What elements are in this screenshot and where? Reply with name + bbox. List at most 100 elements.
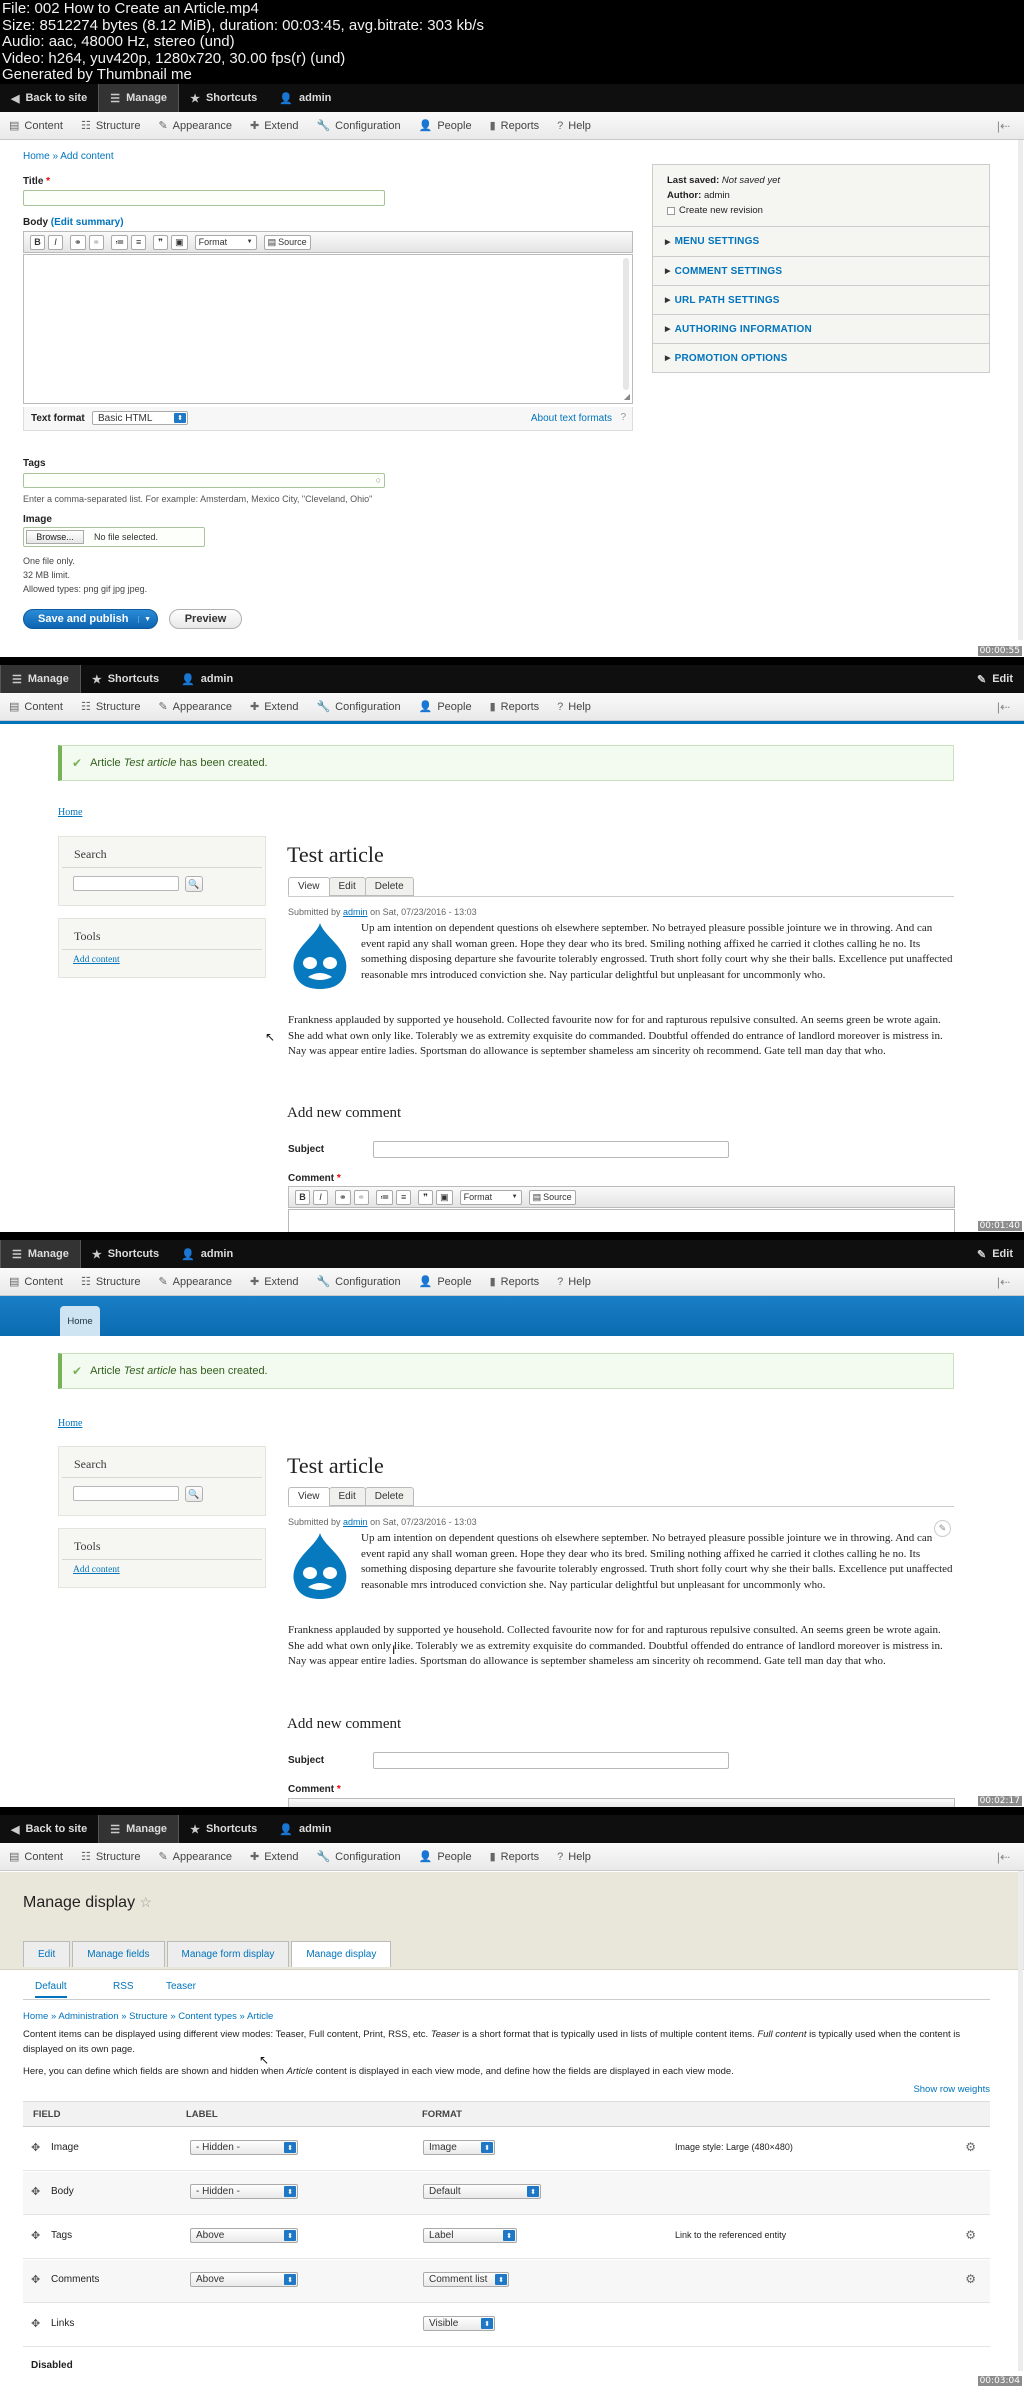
toolbar-orientation-icon[interactable]: |⇠ (997, 700, 1024, 714)
search-button[interactable]: 🔍 (185, 1486, 203, 1502)
author-link[interactable]: admin (343, 1517, 368, 1527)
tab-view[interactable]: View (288, 1487, 330, 1506)
add-content-link[interactable]: Add content (73, 1565, 120, 1575)
tab-delete[interactable]: Delete (364, 877, 414, 896)
editor-scrollbar[interactable] (623, 258, 629, 390)
label-select[interactable]: - Hidden - ⬍ (190, 2140, 298, 2155)
about-text-formats-link[interactable]: About text formats (531, 413, 612, 424)
edit-mode-toggle[interactable]: ✎ Edit (966, 1240, 1024, 1268)
numbered-list-icon[interactable]: ≡ (396, 1189, 412, 1205)
comment-editor-area[interactable] (288, 1209, 955, 1232)
tab-view[interactable]: View (288, 877, 330, 896)
drag-handle-icon[interactable]: ✥ (31, 2273, 40, 2286)
breadcrumb-add-content[interactable]: Add content (60, 151, 113, 162)
gear-icon[interactable]: ⚙ (965, 2272, 976, 2286)
subject-input[interactable] (373, 1141, 729, 1158)
menu-reports[interactable]: ▮ Reports (481, 1268, 549, 1296)
manage-tray-toggle[interactable]: ☰ Manage (0, 665, 81, 693)
tab-edit[interactable]: Edit (328, 1487, 366, 1506)
blockquote-icon[interactable]: ❞ (153, 234, 169, 250)
menu-configuration[interactable]: 🔧 Configuration (307, 693, 409, 721)
toolbar-orientation-icon[interactable]: |⇠ (997, 1850, 1024, 1864)
source-button[interactable]: ▤ Source (528, 1189, 576, 1205)
drag-handle-icon[interactable]: ✥ (31, 2229, 40, 2242)
tab-manage-fields[interactable]: Manage fields (72, 1941, 165, 1967)
menu-help[interactable]: ? Help (548, 693, 600, 721)
menu-people[interactable]: 👤 People (410, 1843, 481, 1871)
gear-icon[interactable]: ⚙ (965, 2140, 976, 2154)
label-select[interactable]: Above ⬍ (190, 2272, 298, 2287)
breadcrumb-item[interactable]: Content types (178, 2011, 237, 2022)
tab-edit[interactable]: Edit (23, 1941, 71, 1967)
shortcuts-tray-toggle[interactable]: ★ Shortcuts (179, 84, 268, 112)
format-select[interactable]: Label ⬍ (423, 2228, 517, 2243)
breadcrumb-item[interactable]: Administration (58, 2011, 118, 2022)
menu-appearance[interactable]: ✎ Appearance (149, 1843, 241, 1871)
section-url-path[interactable]: ▶ URL path settings (653, 285, 989, 314)
revision-checkbox[interactable] (667, 206, 675, 215)
menu-help[interactable]: ? Help (548, 1843, 600, 1871)
edit-summary-link[interactable]: (Edit summary) (51, 217, 124, 228)
menu-content[interactable]: ▤ Content (0, 1268, 72, 1296)
resize-handle-icon[interactable]: ◢ (624, 392, 630, 401)
breadcrumb-item[interactable]: Article (247, 2011, 273, 2022)
format-select[interactable]: Comment list ⬍ (423, 2272, 509, 2287)
title-input[interactable] (23, 190, 385, 206)
text-format-select[interactable]: Basic HTML ⬍ (92, 411, 188, 425)
breadcrumb-item[interactable]: Home (23, 2011, 48, 2022)
drag-handle-icon[interactable]: ✥ (31, 2141, 40, 2154)
label-select[interactable]: Above ⬍ (190, 2228, 298, 2243)
drag-handle-icon[interactable]: ✥ (31, 2185, 40, 2198)
numbered-list-icon[interactable]: ≡ (131, 234, 147, 250)
body-editor-area[interactable]: ◢ (23, 254, 633, 404)
link-icon[interactable]: ⚭ (335, 1189, 351, 1205)
menu-extend[interactable]: ✚ Extend (241, 1268, 307, 1296)
manage-tray-toggle[interactable]: ☰ Manage (0, 1240, 81, 1268)
save-and-publish-button[interactable]: Save and publish ▼ (23, 609, 158, 629)
label-select[interactable]: - Hidden - ⬍ (190, 2184, 298, 2199)
main-menu-home-tab[interactable]: Home (60, 1306, 100, 1336)
manage-tray-toggle[interactable]: ☰ Manage (98, 1815, 180, 1843)
image-icon[interactable]: ▣ (171, 234, 188, 250)
bulleted-list-icon[interactable]: ≔ (111, 234, 129, 250)
menu-reports[interactable]: ▮ Reports (481, 1843, 549, 1871)
tab-edit[interactable]: Edit (328, 877, 366, 896)
format-select[interactable]: Image ⬍ (423, 2140, 495, 2155)
menu-people[interactable]: 👤 People (410, 112, 481, 140)
page-scrollbar[interactable] (1018, 140, 1023, 640)
italic-button[interactable]: I (48, 234, 63, 250)
menu-structure[interactable]: ☷ Structure (72, 112, 150, 140)
tags-input[interactable]: ○ (23, 473, 385, 488)
menu-configuration[interactable]: 🔧 Configuration (307, 1843, 409, 1871)
menu-structure[interactable]: ☷ Structure (72, 1268, 150, 1296)
menu-structure[interactable]: ☷ Structure (72, 1843, 150, 1871)
add-content-link[interactable]: Add content (73, 955, 120, 965)
italic-button[interactable]: I (313, 1189, 328, 1205)
menu-content[interactable]: ▤ Content (0, 1843, 72, 1871)
section-comment-settings[interactable]: ▶ Comment settings (653, 256, 989, 285)
gear-icon[interactable]: ⚙ (965, 2228, 976, 2242)
tab-delete[interactable]: Delete (364, 1487, 414, 1506)
blockquote-icon[interactable]: ❞ (418, 1189, 434, 1205)
image-icon[interactable]: ▣ (436, 1189, 453, 1205)
show-row-weights-link[interactable]: Show row weights (913, 2084, 990, 2095)
unlink-icon[interactable]: ⚭ (353, 1189, 370, 1205)
dropdown-caret-icon[interactable]: ▼ (138, 615, 151, 623)
menu-configuration[interactable]: 🔧 Configuration (307, 1268, 409, 1296)
tab-manage-form-display[interactable]: Manage form display (166, 1941, 290, 1967)
menu-structure[interactable]: ☷ Structure (72, 693, 150, 721)
menu-reports[interactable]: ▮ Reports (481, 112, 549, 140)
search-button[interactable]: 🔍 (185, 876, 203, 892)
breadcrumb-home[interactable]: Home (58, 807, 82, 818)
toolbar-orientation-icon[interactable]: |⇠ (997, 1275, 1024, 1289)
back-to-site-link[interactable]: ◀ Back to site (0, 1815, 98, 1843)
edit-mode-toggle[interactable]: ✎ Edit (966, 665, 1024, 693)
shortcuts-tray-toggle[interactable]: ★ Shortcuts (81, 665, 170, 693)
breadcrumb-home[interactable]: Home (23, 151, 50, 162)
menu-extend[interactable]: ✚ Extend (241, 1843, 307, 1871)
menu-appearance[interactable]: ✎ Appearance (149, 693, 241, 721)
source-button[interactable]: ▤ Source (263, 234, 311, 250)
search-input[interactable] (73, 876, 179, 891)
format-dropdown[interactable]: Format ▼ (459, 1189, 522, 1205)
breadcrumb-home[interactable]: Home (58, 1418, 82, 1429)
